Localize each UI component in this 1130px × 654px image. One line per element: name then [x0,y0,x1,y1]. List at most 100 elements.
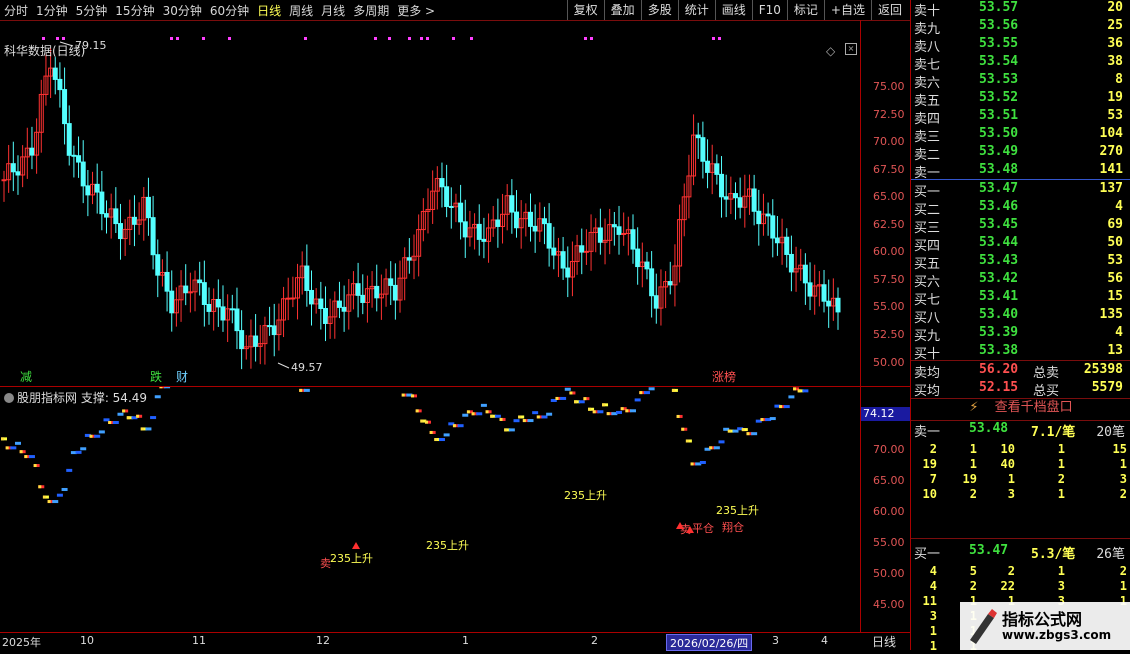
bid-level-row[interactable]: 买二 53.46 4 [911,199,1130,218]
bid-level-row[interactable]: 买三 53.45 69 [911,217,1130,236]
level-price: 53.51 [979,108,1019,123]
candle-body [495,219,501,227]
indicator-chart[interactable]: 235上升235上升235上升235上升卖卖 平仓 翔仓 [0,297,860,633]
tool-button-3[interactable]: 统计 [677,0,715,20]
period-tab-4[interactable]: 30分钟 [163,4,202,18]
level-volume: 36 [1107,36,1123,51]
level-price: 53.44 [979,235,1019,250]
candle-body [714,163,720,175]
avg-price: 52.15 [979,380,1019,395]
candle-body [62,89,68,125]
level-volume: 20 [1107,0,1123,15]
bid-level-row[interactable]: 买十 53.38 13 [911,343,1130,362]
period-tab-6[interactable]: 日线 [257,4,281,18]
indicator-bar-highlight [588,407,592,411]
indicator-bar-highlight [434,438,438,442]
view-depth-button[interactable]: ⚡ 查看千档盘口 [911,397,1130,419]
candle-body [532,225,538,232]
indicator-bar [14,441,21,445]
tool-button-2[interactable]: 多股 [640,0,678,20]
signal-dot [304,37,307,40]
event-marker[interactable]: 减 [20,370,32,384]
queue-cell: 2 [1007,564,1015,578]
period-tab-2[interactable]: 5分钟 [76,4,108,18]
level-label: 卖五 [914,94,941,109]
diamond-icon[interactable]: ◇ [826,44,835,58]
level-label: 买四 [914,239,941,254]
ask-level-row[interactable]: 卖六 53.53 8 [911,72,1130,91]
candlestick-chart[interactable]: 79.1549.57减跌财涨榜 [0,20,860,385]
period-tab-7[interactable]: 周线 [289,4,313,18]
ask-level-row[interactable]: 卖九 53.56 25 [911,18,1130,37]
period-tab-5[interactable]: 60分钟 [210,4,249,18]
queue-cell: 19 [922,457,937,471]
period-tab-0[interactable]: 分时 [4,4,28,18]
price-tick-label: 55.00 [873,300,905,313]
tool-button-5[interactable]: F10 [751,0,787,20]
bid-level-row[interactable]: 买九 53.39 4 [911,325,1130,344]
price-tick-label: 67.50 [873,163,905,176]
period-tab-3[interactable]: 15分钟 [115,4,154,18]
queue-cell: 1 [1119,457,1127,471]
bid-level-row[interactable]: 买七 53.41 15 [911,289,1130,308]
event-marker[interactable]: 涨榜 [712,369,736,384]
level-price: 53.55 [979,36,1019,51]
detail-price: 53.48 [969,421,1009,436]
ask-level-row[interactable]: 卖三 53.50 104 [911,126,1130,145]
indicator-bar-highlight [126,416,130,420]
date-axis[interactable]: 2026/02/26/四 2025年 10 11 12 1 2 3 4 [0,632,910,651]
tool-button-0[interactable]: 复权 [566,0,604,20]
tool-button-6[interactable]: 标记 [786,0,824,20]
ask-level-row[interactable]: 卖一 53.48 141 [911,162,1130,181]
queue-cell: 2 [929,442,937,456]
candle-body [774,237,780,244]
indicator-bar [94,434,101,438]
level-label: 买三 [914,221,941,236]
indicator-panel[interactable]: 235上升 235上升 235上升 235上升卖卖平仓 翔仓 股朋指标网 支撑: 54.… [0,297,910,633]
close-icon[interactable]: × [845,43,857,55]
tool-button-1[interactable]: 叠加 [603,0,641,20]
candle-body [94,183,100,193]
candlestick-panel[interactable]: 79.15 49.57 减跌财涨榜 科华数据(日线) ◇ × [0,20,910,385]
tool-button-8[interactable]: 返回 [870,0,908,20]
candle-body [318,298,324,309]
level-price: 53.38 [979,343,1019,358]
indicator-bar-highlight [681,427,685,431]
candle-body [719,173,725,198]
settings-circle-icon[interactable] [4,393,14,403]
indicator-bar-highlight [140,427,144,431]
period-tab-9[interactable]: 多周期 [353,4,389,18]
bid-level-row[interactable]: 买六 53.42 56 [911,271,1130,290]
tool-button-7[interactable]: +自选 [823,0,871,20]
bid-level-row[interactable]: 买五 53.43 53 [911,253,1130,272]
ask-level-row[interactable]: 卖四 53.51 53 [911,108,1130,127]
candle-body [1,179,7,182]
indicator-bar-highlight [690,462,694,466]
tool-button-4[interactable]: 画线 [714,0,752,20]
period-tab-10[interactable]: 更多 > [397,4,435,18]
candle-body [597,227,603,243]
indicator-bar-highlight [429,430,433,434]
ask-level-row[interactable]: 卖五 53.52 19 [911,90,1130,109]
bid-level-row[interactable]: 买四 53.44 50 [911,235,1130,254]
ask-level-row[interactable]: 卖二 53.49 270 [911,144,1130,163]
ask-level-row[interactable]: 卖八 53.55 36 [911,36,1130,55]
event-marker[interactable]: 财 [176,370,188,384]
candle-body [621,232,627,235]
queue-cell: 3 [929,609,937,623]
detail-label: 买一 [914,547,941,562]
indicator-bar-highlight [420,419,424,423]
bid-level-row[interactable]: 买八 53.40 135 [911,307,1130,326]
bid-level-row[interactable]: 买一 53.47 137 [911,181,1130,200]
indicator-bar-highlight [466,410,470,414]
indicator-tick-label: 50.00 [873,567,905,580]
indicator-bar-highlight [415,409,419,413]
ask-level-row[interactable]: 卖十 53.57 20 [911,0,1130,19]
period-tab-1[interactable]: 1分钟 [36,4,68,18]
avg-label: 买均 [914,384,941,399]
period-tab-8[interactable]: 月线 [321,4,345,18]
ask-level-row[interactable]: 卖七 53.54 38 [911,54,1130,73]
signal-dot [584,37,587,40]
indicator-bar [61,487,68,491]
event-marker[interactable]: 跌 [150,369,162,384]
